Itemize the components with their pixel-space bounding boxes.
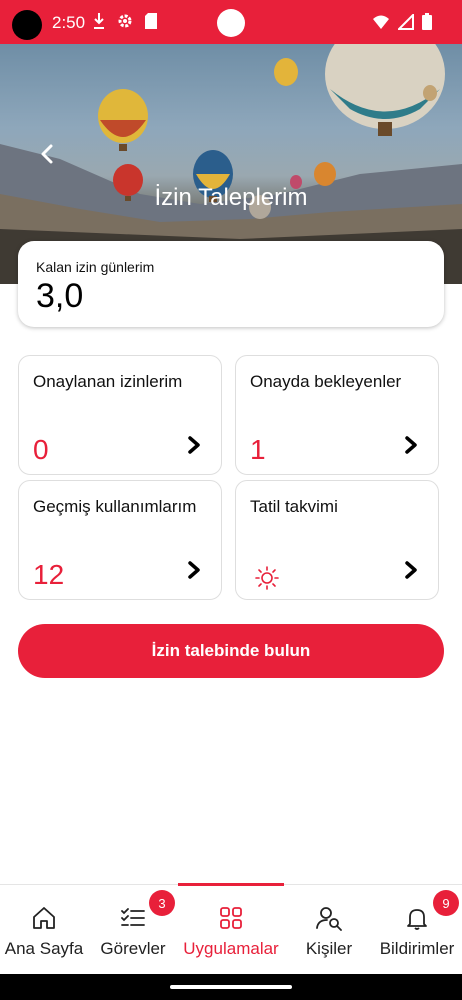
nav-label: Ana Sayfa [4,939,84,958]
remaining-days-label: Kalan izin günlerim [36,259,155,275]
sd-card-icon [145,13,157,29]
nav-label: Bildirimler [379,939,455,958]
chevron-right-icon [188,561,200,579]
nav-item-apps[interactable]: Uygulamalar [176,885,286,975]
tile-past-usage[interactable]: Geçmiş kullanımlarım 12 [18,480,222,600]
bell-icon [407,909,427,930]
tile-value: 1 [250,434,266,465]
tasks-icon [121,908,145,926]
notifications-badge: 9 [433,890,459,916]
apps-grid-icon [220,907,242,929]
tile-holiday-calendar[interactable]: Tatil takvimi [235,480,439,600]
remaining-days-value: 3,0 [36,277,84,315]
sun-icon [255,566,279,590]
status-center-dot [217,9,245,37]
balloon-yellow-left [98,89,148,151]
tile-title: Tatil takvimi [250,497,338,516]
chevron-right-icon [405,561,417,579]
wifi-icon [373,15,389,29]
balloon-small-top [274,58,298,86]
download-icon [94,13,104,29]
chevron-right-icon [188,436,200,454]
status-bar: 2:50 [0,0,462,44]
balloon-small-right [314,162,336,186]
tile-value: 0 [33,434,49,465]
nav-item-home[interactable]: Ana Sayfa [0,885,88,975]
home-icon [33,907,55,929]
camera-cutout [12,10,42,40]
status-icons-left [92,12,158,30]
tile-pending-approval[interactable]: Onayda bekleyenler 1 [235,355,439,475]
nav-item-people[interactable]: Kişiler [290,885,368,975]
status-icons-right [372,13,432,30]
settings-icon [118,14,132,28]
tile-value: 12 [33,559,65,590]
nav-label: Görevler [100,939,166,958]
nav-label: Uygulamalar [183,939,279,958]
bottom-nav: Ana Sayfa Görevler 3 Uygulamalar Kişiler… [0,883,462,975]
tile-title: Geçmiş kullanımlarım [33,497,197,516]
balloon-small-far [423,85,437,101]
signal-icon [398,13,414,30]
tile-title: Onayda bekleyenler [250,372,402,391]
remaining-days-card: Kalan izin günlerim 3,0 [18,241,444,327]
tile-approved-leaves[interactable]: Onaylanan izinlerim 0 [18,355,222,475]
chevron-right-icon [405,436,417,454]
tasks-badge: 3 [149,890,175,916]
status-time: 2:50 [52,13,86,32]
home-gesture-pill[interactable] [170,985,292,989]
chevron-left-icon[interactable] [36,142,60,166]
nav-label: Kişiler [305,939,353,958]
battery-icon [422,13,432,30]
tile-title: Onaylanan izinlerim [33,372,183,391]
people-search-icon [316,907,342,931]
page-title: İzin Taleplerim [154,184,308,211]
request-leave-button[interactable]: İzin talebinde bulun [18,624,444,678]
system-nav-bar [0,974,462,1000]
